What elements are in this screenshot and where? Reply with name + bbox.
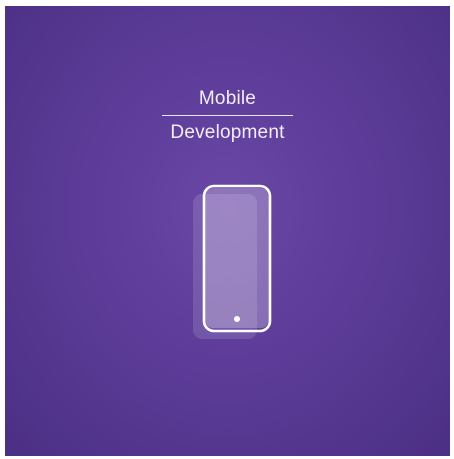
home-button-dot (234, 316, 240, 322)
title-line-mobile: Mobile (198, 88, 257, 109)
tile-title: Mobile Development (5, 86, 450, 146)
title-line-development: Development (170, 122, 285, 143)
smartphone-icon (193, 184, 272, 339)
title-divider (162, 115, 293, 116)
mobile-development-tile[interactable]: Mobile Development (5, 6, 450, 456)
phone-screen (205, 188, 269, 328)
